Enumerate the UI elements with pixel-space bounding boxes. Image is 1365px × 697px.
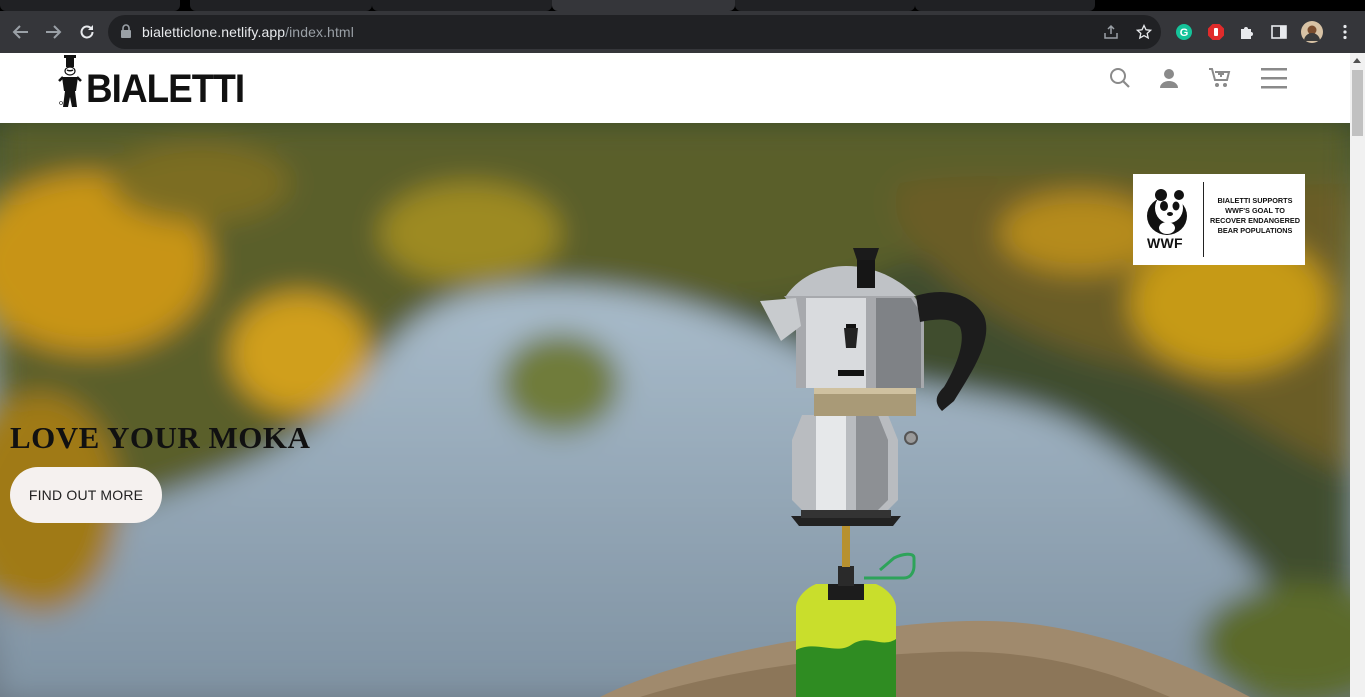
profile-avatar[interactable] bbox=[1301, 21, 1323, 43]
side-panel-icon[interactable] bbox=[1268, 21, 1290, 43]
bookmark-button[interactable] bbox=[1132, 20, 1156, 44]
browser-tab[interactable] bbox=[0, 0, 180, 11]
menu-button[interactable] bbox=[1259, 63, 1289, 93]
page-scrollbar[interactable] bbox=[1350, 53, 1365, 697]
forward-arrow-icon bbox=[46, 25, 62, 39]
star-icon bbox=[1136, 24, 1152, 40]
url-text: bialetticlone.netlify.app/index.html bbox=[142, 24, 354, 40]
account-button[interactable] bbox=[1154, 63, 1184, 93]
wwf-badge[interactable]: WWF BIALETTI SUPPORTS WWF'S GOAL TO RECO… bbox=[1133, 174, 1305, 265]
hero-title: LOVE YOUR MOKA bbox=[10, 420, 311, 455]
wwf-message: BIALETTI SUPPORTS WWF'S GOAL TO RECOVER … bbox=[1209, 196, 1300, 235]
browser-toolbar: bialetticlone.netlify.app/index.html G bbox=[0, 11, 1365, 53]
moka-pot-image bbox=[760, 248, 987, 697]
back-button[interactable] bbox=[6, 17, 36, 47]
find-out-more-button[interactable]: FIND OUT MORE bbox=[10, 467, 162, 523]
menu-icon bbox=[1261, 68, 1287, 89]
browser-tab[interactable] bbox=[735, 0, 915, 11]
back-arrow-icon bbox=[12, 25, 28, 39]
share-icon bbox=[1104, 24, 1118, 39]
scrollbar-thumb[interactable] bbox=[1352, 70, 1363, 136]
moka-man-logo-icon bbox=[58, 55, 82, 107]
url-host: bialetticlone.netlify.app bbox=[142, 24, 286, 40]
wwf-divider bbox=[1203, 182, 1204, 257]
cart-icon bbox=[1209, 68, 1231, 87]
tab-strip bbox=[0, 0, 1365, 11]
cart-button[interactable] bbox=[1205, 63, 1235, 93]
url-path: /index.html bbox=[285, 24, 354, 40]
search-button[interactable] bbox=[1105, 63, 1135, 93]
svg-text:G: G bbox=[1180, 27, 1189, 39]
browser-tab[interactable] bbox=[372, 0, 552, 11]
extensions-puzzle-icon[interactable] bbox=[1236, 21, 1258, 43]
grammarly-extension-icon[interactable]: G bbox=[1173, 21, 1195, 43]
search-icon bbox=[1110, 68, 1130, 88]
share-button[interactable] bbox=[1099, 20, 1123, 44]
block-extension-icon[interactable] bbox=[1205, 21, 1227, 43]
site-header: BIALETTI bbox=[0, 53, 1350, 123]
user-icon bbox=[1160, 69, 1178, 88]
logo-wordmark: BIALETTI bbox=[86, 67, 245, 111]
address-bar[interactable]: bialetticlone.netlify.app/index.html bbox=[108, 15, 1161, 49]
hero-banner: LOVE YOUR MOKA FIND OUT MORE WWF BIALETT… bbox=[0, 123, 1350, 697]
panda-logo-icon bbox=[1147, 189, 1187, 235]
reload-button[interactable] bbox=[72, 17, 102, 47]
browser-menu-icon[interactable] bbox=[1334, 21, 1356, 43]
forward-button[interactable] bbox=[38, 17, 68, 47]
bialetti-logo[interactable]: BIALETTI bbox=[58, 53, 258, 109]
wwf-label: WWF bbox=[1147, 235, 1183, 251]
scroll-up-arrow-icon[interactable] bbox=[1353, 58, 1361, 63]
page-viewport: BIALETTI LOVE YOUR MOKA FIND OUT MORE WW… bbox=[0, 53, 1365, 697]
browser-tab-active[interactable] bbox=[552, 0, 735, 11]
browser-tab[interactable] bbox=[190, 0, 372, 11]
browser-tab[interactable] bbox=[915, 0, 1095, 11]
reload-icon bbox=[80, 25, 94, 39]
lock-icon bbox=[121, 24, 131, 38]
